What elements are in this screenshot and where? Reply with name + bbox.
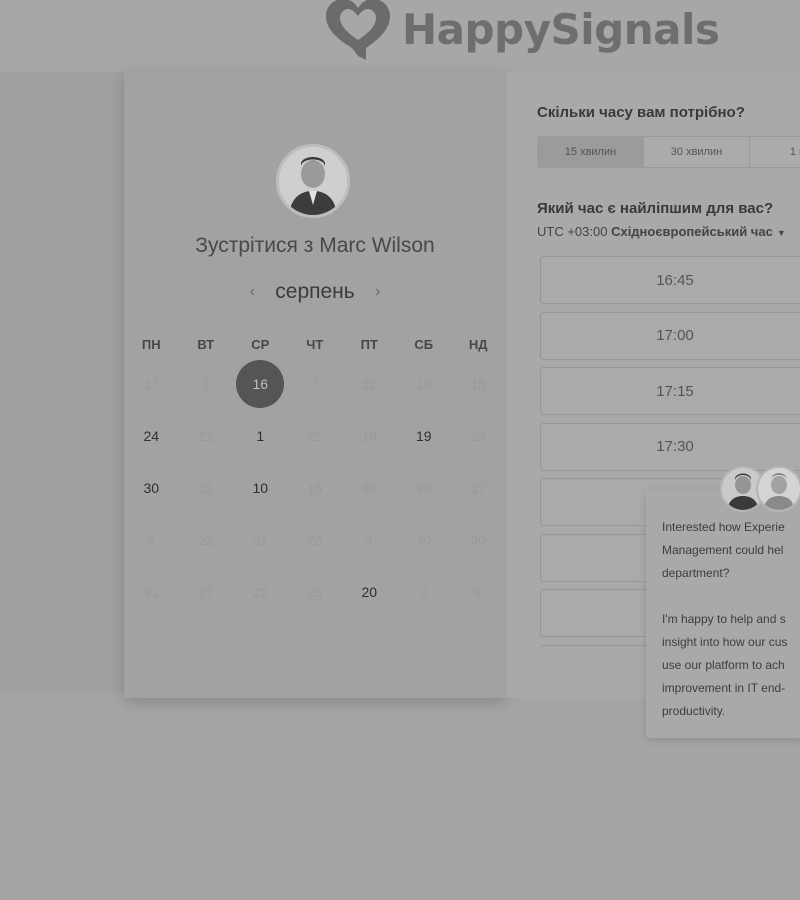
calendar-day-unavailable: 16 [307, 480, 322, 496]
next-month-icon[interactable]: › [371, 283, 385, 301]
month-label: серпень [275, 280, 355, 303]
duration-option[interactable]: 30 хвилин [644, 137, 750, 167]
chat-message: Interested how Experie Management could h… [662, 516, 800, 723]
chat-line: improvement in IT end- [662, 681, 786, 695]
calendar-day-unavailable: 2 [202, 376, 210, 392]
top-bar: HappySignals [0, 0, 800, 72]
time-slot-button[interactable]: 17:15 [540, 367, 800, 415]
calendar-day-unavailable: 2 [147, 532, 155, 548]
brand-name: HappySignals [402, 4, 720, 54]
weekday-label: СБ [414, 336, 434, 352]
meeting-title: Зустрітися з Marc Wilson [195, 234, 435, 257]
calendar-day-unavailable: 22 [253, 584, 268, 600]
person-icon [758, 468, 800, 510]
weekday-label: ВТ [197, 336, 215, 352]
calendar-day-unavailable: 28 [307, 532, 322, 548]
chat-line: Management could hel [662, 543, 784, 557]
heart-bubble-icon [326, 0, 390, 60]
duration-question: Скільки часу вам потрібно? [537, 104, 745, 121]
caret-down-icon: ▼ [776, 228, 786, 238]
calendar-day-unavailable: 30 [362, 480, 377, 496]
chat-line: productivity. [662, 704, 726, 718]
time-slot-button[interactable]: 16:45 [540, 256, 800, 304]
calendar-day-unavailable: 9 [474, 584, 482, 600]
calendar-day-unavailable: 31 [253, 532, 268, 548]
calendar-week: 31 27 22 23 20 3 9 [124, 566, 506, 618]
selected-day[interactable]: 16 [233, 358, 288, 410]
chat-line: Interested how Experie [662, 520, 785, 534]
calendar-panel: Зустрітися з Marc Wilson ‹ серпень › ПН В… [124, 72, 506, 698]
calendar-day-unavailable: 27 [198, 584, 213, 600]
calendar-day-unavailable: 18 [362, 428, 377, 444]
calendar-day-unavailable: 23 [471, 428, 486, 444]
timezone-select[interactable]: UTC +03:00 Східноєвропейський час ▼ [537, 224, 786, 239]
chat-line: insight into how our cus [662, 635, 788, 649]
chat-agent-avatars[interactable] [720, 466, 800, 514]
weekday-label: НД [468, 336, 488, 352]
calendar-day-unavailable: 30 [416, 480, 431, 496]
time-slot-button[interactable]: 17:30 [540, 422, 800, 471]
calendar-day-unavailable: 30 [471, 532, 486, 548]
calendar-day-unavailable: 22 [307, 428, 322, 444]
calendar-day-unavailable: 22 [362, 376, 377, 392]
calendar-day-available[interactable]: 19 [397, 410, 452, 462]
prev-month-icon[interactable]: ‹ [245, 283, 259, 301]
calendar-day-available[interactable]: 10 [233, 462, 288, 514]
duration-option[interactable]: 1 год [750, 137, 800, 167]
weekday-label: ЧТ [306, 336, 324, 352]
happysignals-logo[interactable]: HappySignals [322, 0, 720, 64]
calendar-day-unavailable: 18 [416, 376, 431, 392]
calendar-day-unavailable: 3 [420, 584, 428, 600]
calendar-grid: ПН ВТ СР ЧТ ПТ СБ НД 17 2 16 7 22 18 15 24 21 1 22 18 19 23… [124, 330, 506, 618]
page-backdrop [0, 72, 124, 692]
calendar-day-unavailable: 4 [365, 532, 373, 548]
calendar-day-unavailable: 31 [144, 584, 159, 600]
calendar-day-unavailable: 11 [199, 480, 213, 496]
selected-day-label: 16 [236, 360, 285, 408]
timezone-name: Східноєвропейський час [611, 224, 773, 239]
timezone-offset: UTC +03:00 [537, 224, 608, 239]
chat-line: department? [662, 566, 730, 580]
person-icon [279, 147, 347, 215]
calendar-week: 30 11 10 16 30 30 17 [124, 462, 506, 514]
calendar-day-unavailable: 7 [311, 376, 319, 392]
weekday-label: ПН [141, 336, 161, 352]
calendar-day-unavailable: 15 [471, 376, 486, 392]
calendar-day-available[interactable]: 1 [233, 410, 288, 462]
weekday-header: ПН ВТ СР ЧТ ПТ СБ НД [124, 330, 506, 358]
chat-popup[interactable]: Interested how Experie Management could h… [646, 490, 800, 738]
calendar-day-unavailable: 23 [307, 584, 322, 600]
calendar-day-available[interactable]: 30 [124, 462, 179, 514]
chat-line: I'm happy to help and s [662, 612, 786, 626]
duration-option[interactable]: 15 хвилин [538, 137, 644, 167]
chat-line: use our platform to ach [662, 658, 785, 672]
calendar-week: 2 22 31 28 4 30 30 [124, 514, 506, 566]
calendar-week: 17 2 16 7 22 18 15 [124, 358, 506, 410]
calendar-day-unavailable: 17 [144, 376, 159, 392]
agent-avatar [756, 466, 800, 512]
calendar-day-available[interactable]: 20 [342, 566, 397, 618]
chat-paragraph: Interested how Experie Management could h… [662, 516, 800, 585]
weekday-label: СР [251, 336, 270, 352]
time-question: Який час є найліпшим для вас? [537, 200, 774, 217]
time-slot-button[interactable]: 17:00 [540, 311, 800, 360]
weekday-label: ПТ [360, 336, 378, 352]
month-navigator: ‹ серпень › [124, 278, 506, 306]
calendar-day-unavailable: 22 [198, 532, 213, 548]
duration-selector: 15 хвилин30 хвилин1 год [537, 136, 800, 168]
calendar-week: 24 21 1 22 18 19 23 [124, 410, 506, 462]
calendar-day-unavailable: 30 [416, 532, 431, 548]
chat-paragraph: I'm happy to help and s insight into how … [662, 608, 800, 723]
calendar-day-unavailable: 21 [198, 428, 213, 444]
calendar-day-unavailable: 17 [471, 480, 486, 496]
calendar-day-available[interactable]: 24 [124, 410, 179, 462]
host-avatar [276, 144, 350, 218]
